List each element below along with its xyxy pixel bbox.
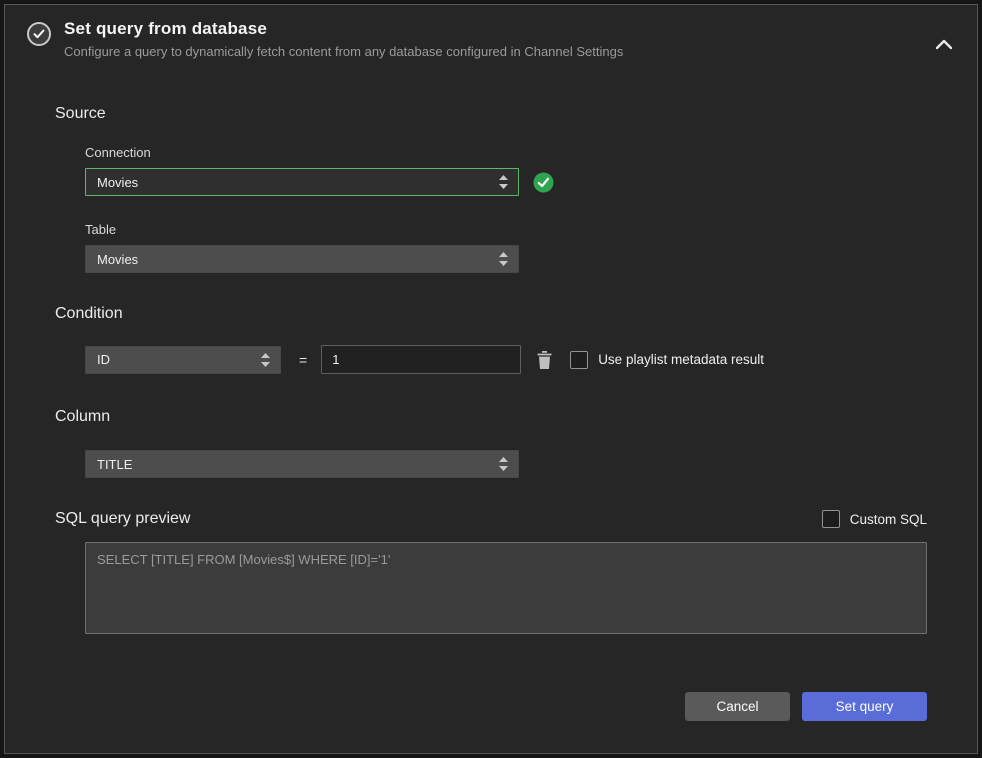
condition-operator: = [299, 352, 307, 368]
custom-sql-checkbox[interactable] [822, 510, 840, 528]
cancel-button[interactable]: Cancel [685, 692, 790, 721]
select-arrows-icon [499, 457, 508, 471]
column-heading: Column [55, 408, 977, 426]
condition-value-input[interactable] [321, 345, 521, 374]
select-arrows-icon [499, 175, 508, 189]
use-playlist-metadata-checkbox[interactable] [570, 351, 588, 369]
set-query-button[interactable]: Set query [802, 692, 927, 721]
connection-select-value: Movies [97, 175, 138, 190]
table-label: Table [85, 222, 977, 237]
source-heading: Source [55, 105, 977, 123]
dialog-subtitle: Configure a query to dynamically fetch c… [64, 44, 623, 59]
trash-icon[interactable] [537, 351, 552, 369]
condition-heading: Condition [55, 305, 977, 323]
column-select[interactable]: TITLE [85, 450, 519, 478]
connection-valid-icon [533, 172, 554, 193]
chevron-up-icon[interactable] [931, 33, 957, 55]
use-playlist-metadata-label: Use playlist metadata result [598, 352, 764, 367]
select-arrows-icon [261, 353, 270, 367]
section-complete-check-icon [27, 22, 51, 46]
connection-select[interactable]: Movies [85, 168, 519, 196]
dialog-header: Set query from database Configure a quer… [5, 5, 977, 59]
select-arrows-icon [499, 252, 508, 266]
sql-preview-textarea[interactable]: SELECT [TITLE] FROM [Movies$] WHERE [ID]… [85, 542, 927, 634]
column-select-value: TITLE [97, 457, 132, 472]
set-query-dialog: Set query from database Configure a quer… [4, 4, 978, 754]
custom-sql-label: Custom SQL [850, 512, 927, 527]
connection-label: Connection [85, 145, 977, 160]
dialog-actions: Cancel Set query [685, 692, 927, 721]
table-select[interactable]: Movies [85, 245, 519, 273]
table-select-value: Movies [97, 252, 138, 267]
condition-field-value: ID [97, 352, 110, 367]
condition-field-select[interactable]: ID [85, 346, 281, 374]
dialog-title: Set query from database [64, 19, 623, 39]
sql-preview-heading: SQL query preview [55, 510, 190, 528]
